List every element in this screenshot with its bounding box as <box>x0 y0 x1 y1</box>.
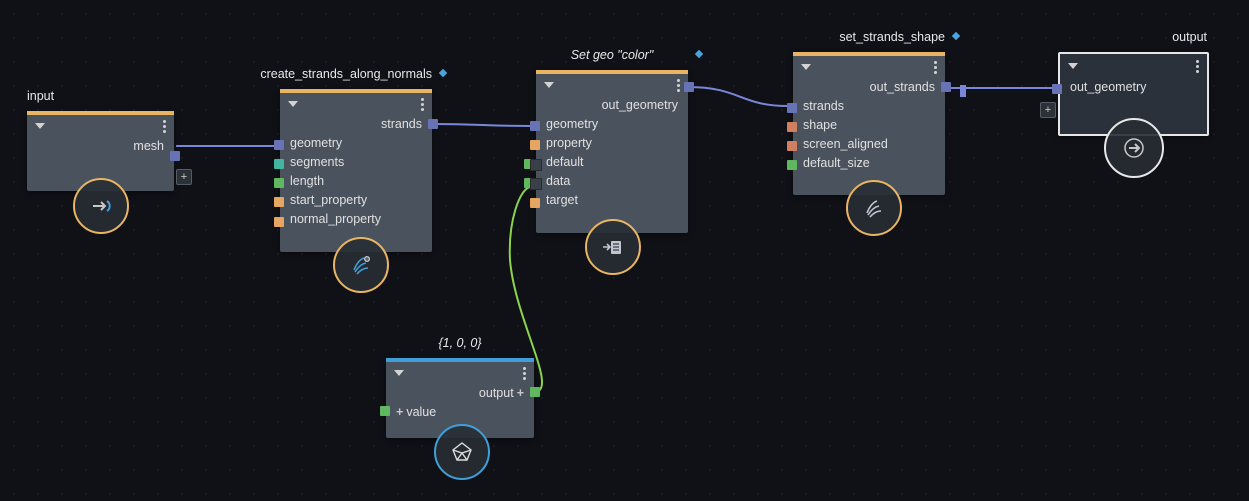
add-output-icon[interactable]: + <box>176 169 192 185</box>
node-title: {1, 0, 0} <box>386 336 534 350</box>
input-port-label: start_property <box>290 194 367 207</box>
node-title: create_strands_along_normals <box>260 67 432 81</box>
input-port-start-property[interactable] <box>274 197 284 207</box>
input-port-label: length <box>290 175 324 188</box>
input-port-target[interactable] <box>530 198 540 208</box>
node-badge <box>333 237 389 293</box>
menu-icon[interactable] <box>934 61 937 74</box>
node-badge-output <box>1104 118 1164 178</box>
output-port-label: output <box>479 387 514 400</box>
input-port-geometry[interactable] <box>274 140 284 150</box>
input-port-label: geometry <box>290 137 342 150</box>
add-input-icon[interactable]: + <box>1040 102 1056 118</box>
collapse-icon[interactable] <box>394 370 404 376</box>
collapse-icon[interactable] <box>544 82 554 88</box>
input-port-geometry[interactable] <box>530 121 540 131</box>
node-badge <box>585 219 641 275</box>
input-port-property[interactable] <box>530 140 540 150</box>
menu-icon[interactable] <box>421 98 424 111</box>
input-port-label: normal_property <box>290 213 381 226</box>
input-port-default-extra[interactable] <box>530 159 542 171</box>
output-port[interactable] <box>684 82 694 92</box>
input-port-label: default_size <box>803 157 870 170</box>
output-port-label: out_strands <box>870 81 935 94</box>
output-port-mesh[interactable] <box>170 151 180 161</box>
input-port-strands[interactable] <box>787 103 797 113</box>
node-create-strands[interactable]: create_strands_along_normals strands geo… <box>280 89 432 252</box>
input-port-out-geometry[interactable] <box>1052 84 1062 94</box>
input-port-label: screen_aligned <box>803 138 888 151</box>
node-badge <box>434 424 490 480</box>
input-port-label: segments <box>290 156 344 169</box>
node-title: set_strands_shape <box>839 30 945 44</box>
menu-icon[interactable] <box>523 367 526 380</box>
menu-icon[interactable] <box>163 120 166 133</box>
node-title: Set geo "color" <box>536 48 688 62</box>
collapse-icon[interactable] <box>801 64 811 70</box>
input-port-screen-aligned[interactable] <box>787 141 797 151</box>
node-set-geo-color[interactable]: Set geo "color" out_geometry geometry pr… <box>536 70 688 233</box>
output-port[interactable] <box>530 387 540 397</box>
input-port-label: target <box>546 194 578 207</box>
input-port-label: property <box>546 137 592 150</box>
input-port-label: shape <box>803 119 837 132</box>
output-port-label: mesh <box>133 140 164 153</box>
input-port-default-size[interactable] <box>787 160 797 170</box>
input-port-data-extra[interactable] <box>530 178 542 190</box>
input-port-segments[interactable] <box>274 159 284 169</box>
input-port-label: strands <box>803 100 844 113</box>
node-badge <box>846 180 902 236</box>
input-port-label: geometry <box>546 118 598 131</box>
output-port[interactable] <box>428 119 438 129</box>
node-title: input <box>27 89 54 103</box>
input-port-label: data <box>546 175 570 188</box>
node-badge-input <box>73 178 129 234</box>
input-port-label: value <box>406 406 436 419</box>
collapse-icon[interactable] <box>288 101 298 107</box>
node-title: output <box>1172 30 1207 44</box>
input-port-shape[interactable] <box>787 122 797 132</box>
menu-icon[interactable] <box>1196 60 1199 73</box>
node-set-strands-shape[interactable]: set_strands_shape out_strands strands sh… <box>793 52 945 195</box>
menu-icon[interactable] <box>677 79 680 92</box>
output-port-label: out_geometry <box>602 99 678 112</box>
input-port-label: default <box>546 156 584 169</box>
output-port-label: strands <box>381 118 422 131</box>
input-port-length[interactable] <box>274 178 284 188</box>
input-port-normal-property[interactable] <box>274 217 284 227</box>
collapse-icon[interactable] <box>1068 63 1078 69</box>
input-port-value[interactable] <box>380 406 390 416</box>
input-port-label: out_geometry <box>1070 81 1146 94</box>
collapse-icon[interactable] <box>35 123 45 129</box>
output-port[interactable] <box>941 82 951 92</box>
